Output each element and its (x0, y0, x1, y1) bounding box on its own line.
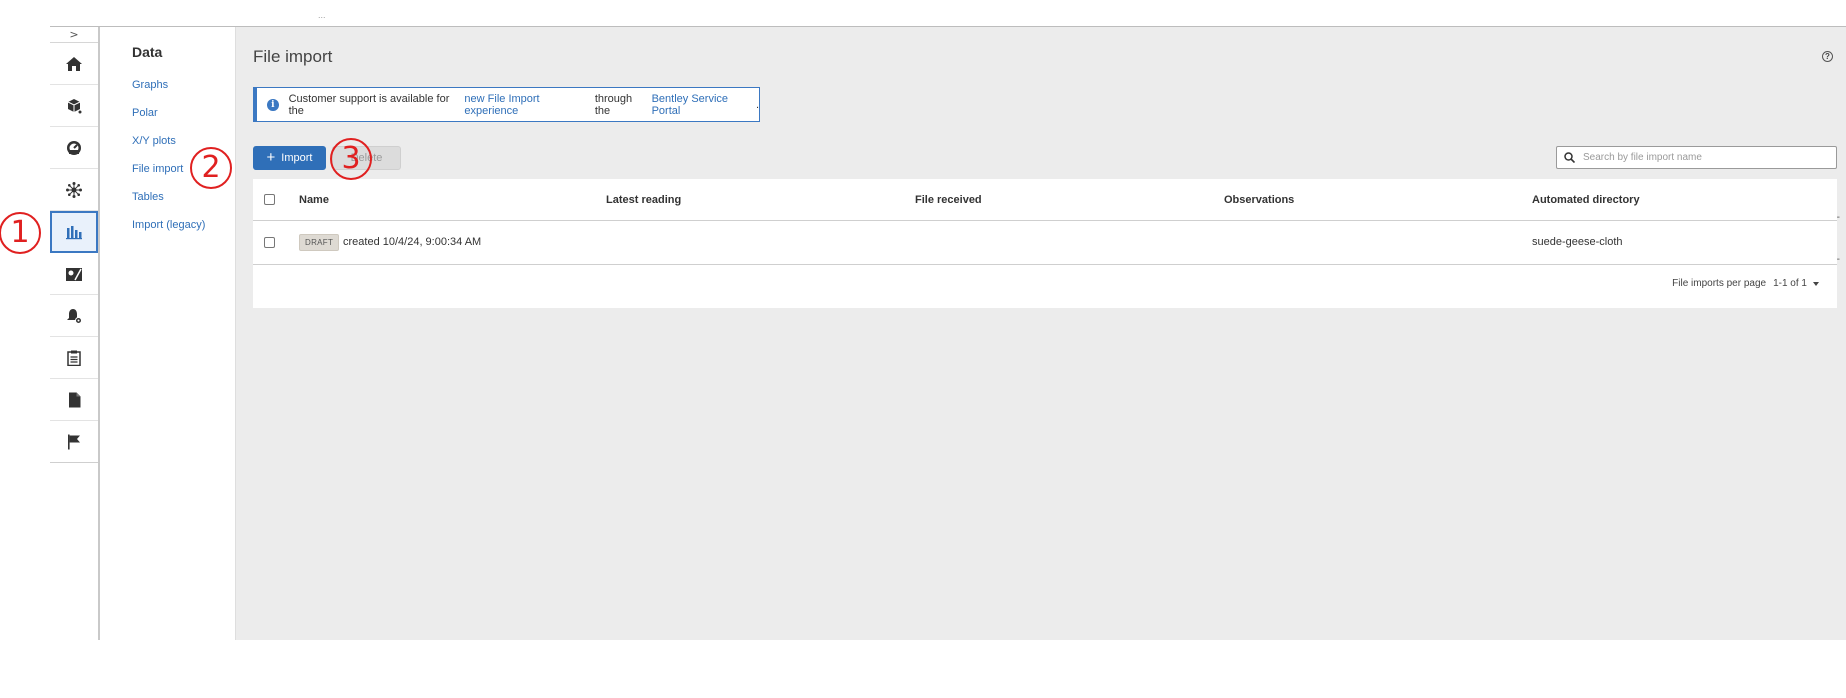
column-header-file-received[interactable]: File received (915, 194, 982, 206)
rail-item-home[interactable] (50, 43, 98, 85)
table-row[interactable]: DRAFT created 10/4/24, 9:00:34 AM suede-… (253, 221, 1840, 265)
pagination-range-select[interactable]: 1-1 of 1 (1773, 278, 1819, 289)
rail-item-network[interactable] (50, 169, 98, 211)
caret-down-icon (1813, 281, 1819, 286)
annotation-3: 3 (330, 138, 372, 180)
per-page-label: File imports per page (1672, 278, 1767, 289)
new-file-import-link[interactable]: new File Import experience (464, 93, 591, 117)
rail-item-documents[interactable] (50, 379, 98, 421)
icon-rail: > (50, 27, 100, 470)
main-content: File import ? i Customer support is avai… (236, 27, 1846, 640)
table-header: Name Latest reading File received Observ… (253, 179, 1840, 223)
rail-expand-toggle[interactable]: > (50, 27, 98, 43)
data-subnav: Data Graphs Polar X/Y plots File import … (100, 27, 236, 640)
annotation-1: 1 (0, 212, 41, 254)
cube-icon (67, 98, 82, 113)
bar-chart-icon (66, 226, 82, 240)
rail-item-flags[interactable] (50, 421, 98, 463)
rail-item-objects[interactable] (50, 85, 98, 127)
subnav-link-graphs[interactable]: Graphs (132, 79, 168, 91)
map-icon (66, 267, 82, 281)
status-badge: DRAFT (299, 234, 340, 251)
gauge-icon (67, 140, 81, 155)
column-header-latest-reading[interactable]: Latest reading (606, 194, 681, 206)
subnav-link-xy-plots[interactable]: X/Y plots (132, 135, 176, 147)
row-automated-directory: suede-geese-cloth (1532, 236, 1623, 248)
column-header-name[interactable]: Name (299, 194, 329, 206)
chevron-right-icon: > (69, 28, 79, 41)
pagination-range: 1-1 of 1 (1773, 278, 1807, 289)
page-title: File import (253, 47, 333, 66)
banner-text-before: Customer support is available for the (288, 92, 450, 117)
banner-text-middle: through the (594, 92, 633, 117)
subnav-link-file-import[interactable]: File import (132, 163, 183, 175)
subnav-link-tables[interactable]: Tables (132, 191, 164, 203)
import-button-label: Import (281, 152, 313, 164)
row-name[interactable]: created 10/4/24, 9:00:34 AM (343, 236, 481, 248)
bentley-service-portal-link[interactable]: Bentley Service Portal (652, 93, 756, 117)
document-icon (68, 392, 80, 407)
help-icon[interactable]: ? (1822, 51, 1833, 62)
clipboard-icon (67, 350, 81, 366)
network-icon (66, 181, 82, 198)
row-edge-marker: - (1836, 254, 1840, 265)
column-header-automated-directory[interactable]: Automated directory (1532, 194, 1640, 206)
info-banner: i Customer support is available for the … (253, 87, 760, 122)
home-icon (66, 56, 82, 71)
plus-icon: + (266, 149, 276, 166)
rail-item-alerts[interactable] (50, 295, 98, 337)
pagination: File imports per page 1-1 of 1 (1672, 278, 1819, 289)
import-button[interactable]: + Import (253, 146, 326, 170)
subnav-link-import-legacy[interactable]: Import (legacy) (132, 219, 205, 231)
rail-item-dashboard[interactable] (50, 127, 98, 169)
top-breadcrumb: ... (318, 12, 326, 18)
column-header-observations[interactable]: Observations (1224, 194, 1294, 206)
select-all-checkbox[interactable] (264, 194, 275, 205)
banner-text-after: . (755, 98, 759, 111)
rail-item-reports[interactable] (50, 337, 98, 379)
search-icon (1564, 152, 1575, 163)
row-checkbox[interactable] (264, 237, 275, 248)
rail-item-data[interactable] (50, 211, 98, 253)
subnav-link-polar[interactable]: Polar (132, 107, 158, 119)
subnav-title: Data (132, 44, 163, 60)
header-edge-marker: - (1836, 212, 1840, 223)
flag-icon (68, 434, 80, 449)
search-box[interactable] (1556, 146, 1837, 169)
file-import-table: Name Latest reading File received Observ… (253, 179, 1840, 308)
rail-item-map[interactable] (50, 253, 98, 295)
bell-gear-icon (67, 308, 82, 324)
search-input[interactable] (1583, 152, 1823, 163)
annotation-2: 2 (190, 147, 232, 189)
info-icon: i (267, 98, 279, 111)
